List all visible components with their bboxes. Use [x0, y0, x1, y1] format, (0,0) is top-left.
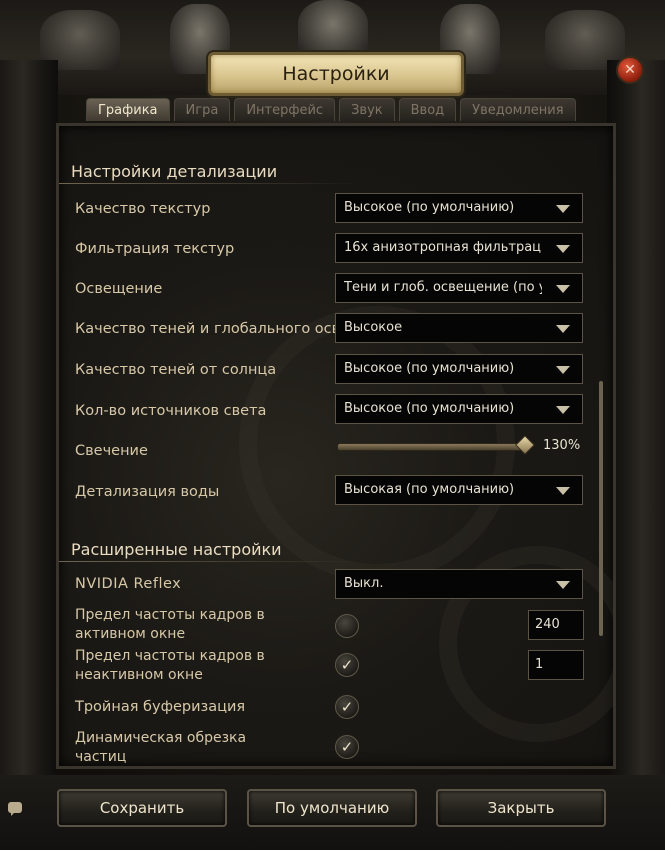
lighting-dropdown[interactable]: Тени и глоб. освещение (по умолчанию) — [335, 273, 583, 303]
dynamic-culling-label: Динамическая обрезка частиц — [75, 729, 247, 766]
tab-sound[interactable]: Звук — [339, 98, 395, 121]
shadow-gi-quality-dropdown[interactable]: Высокое — [335, 313, 583, 343]
panel-scrollbar[interactable] — [599, 381, 603, 636]
texture-quality-value: Высокое (по умолчанию) — [344, 200, 515, 215]
dynamic-culling-label-line1: Динамическая обрезка — [75, 730, 247, 746]
fps-inactive-label: Предел частоты кадров в неактивном окне — [75, 647, 265, 685]
triple-buffering-label: Тройная буферизация — [75, 699, 246, 715]
glow-value: 130% — [543, 438, 581, 453]
chevron-down-icon — [556, 325, 570, 333]
nvidia-reflex-dropdown[interactable]: Выкл. — [335, 569, 583, 599]
tab-input[interactable]: Ввод — [398, 98, 457, 121]
fps-inactive-label-line2: неактивном окне — [75, 667, 203, 683]
chevron-down-icon — [556, 487, 570, 495]
lighting-label: Освещение — [75, 281, 163, 297]
dynamic-culling-label-line2: частиц — [75, 749, 127, 765]
texture-filtering-label: Фильтрация текстур — [75, 241, 235, 257]
settings-tabs: Графика Игра Интерфейс Звук Ввод Уведомл… — [86, 98, 576, 122]
fps-inactive-input[interactable]: 1 — [528, 650, 584, 680]
close-icon[interactable]: ✕ — [616, 56, 644, 84]
fps-active-label-line1: Предел частоты кадров в — [75, 607, 265, 623]
tab-graphics[interactable]: Графика — [86, 98, 170, 121]
texture-filtering-value: 16x анизотропная фильтрация — [344, 240, 542, 255]
chevron-down-icon — [556, 366, 570, 374]
chevron-down-icon — [556, 581, 570, 589]
check-icon: ✓ — [340, 656, 354, 674]
close-button[interactable]: Закрыть — [436, 789, 606, 827]
water-detail-label: Детализация воды — [75, 484, 220, 500]
check-icon: ✓ — [340, 738, 354, 756]
sun-shadow-quality-value: Высокое (по умолчанию) — [344, 361, 515, 376]
title-plate: Настройки — [208, 52, 464, 96]
nvidia-reflex-value: Выкл. — [344, 576, 384, 591]
shadow-gi-quality-label: Качество теней и глобального освещения — [75, 321, 337, 337]
detail-section-title: Настройки детализации — [71, 162, 278, 181]
settings-panel: Настройки детализации Качество текстур В… — [56, 123, 616, 769]
advanced-section-title: Расширенные настройки — [71, 540, 282, 559]
tab-notifications[interactable]: Уведомления — [460, 98, 576, 121]
texture-quality-label: Качество текстур — [75, 201, 211, 217]
glow-slider-track[interactable] — [337, 443, 525, 451]
fps-active-label-line2: активном окне — [75, 626, 186, 642]
window-title: Настройки — [282, 63, 390, 85]
chat-icon[interactable] — [8, 802, 22, 816]
section-divider — [59, 561, 359, 562]
fps-active-input[interactable]: 240 — [528, 610, 584, 640]
lighting-value: Тени и глоб. освещение (по умолчанию) — [344, 280, 542, 295]
section-divider — [59, 183, 359, 184]
fps-active-label: Предел частоты кадров в активном окне — [75, 606, 265, 644]
fps-active-checkbox[interactable] — [335, 614, 359, 638]
left-border-decoration — [0, 60, 58, 850]
chevron-down-icon — [556, 205, 570, 213]
texture-quality-dropdown[interactable]: Высокое (по умолчанию) — [335, 193, 583, 223]
water-detail-value: Высокая (по умолчанию) — [344, 482, 515, 497]
tab-interface[interactable]: Интерфейс — [234, 98, 336, 121]
nvidia-reflex-label: NVIDIA Reflex — [75, 576, 182, 592]
shadow-gi-quality-value: Высокое — [344, 320, 403, 335]
center-statue-decoration — [298, 0, 368, 60]
chevron-down-icon — [556, 406, 570, 414]
light-sources-dropdown[interactable]: Высокое (по умолчанию) — [335, 394, 583, 424]
settings-window: Настройки ✕ Графика Игра Интерфейс Звук … — [0, 0, 665, 850]
triple-buffering-checkbox[interactable]: ✓ — [335, 695, 359, 719]
tab-game[interactable]: Игра — [173, 98, 231, 121]
light-sources-label: Кол-во источников света — [75, 403, 267, 419]
check-icon: ✓ — [340, 698, 354, 716]
glow-label: Свечение — [75, 443, 148, 459]
save-button[interactable]: Сохранить — [57, 789, 227, 827]
texture-filtering-dropdown[interactable]: 16x анизотропная фильтрация — [335, 233, 583, 263]
chevron-down-icon — [556, 285, 570, 293]
water-detail-dropdown[interactable]: Высокая (по умолчанию) — [335, 475, 583, 505]
light-sources-value: Высокое (по умолчанию) — [344, 401, 515, 416]
sun-shadow-quality-dropdown[interactable]: Высокое (по умолчанию) — [335, 354, 583, 384]
chevron-down-icon — [556, 245, 570, 253]
defaults-button[interactable]: По умолчанию — [247, 789, 417, 827]
fps-inactive-label-line1: Предел частоты кадров в — [75, 648, 265, 664]
slider-thumb-icon[interactable] — [515, 435, 535, 455]
dynamic-culling-checkbox[interactable]: ✓ — [335, 735, 359, 759]
fps-inactive-checkbox[interactable]: ✓ — [335, 653, 359, 677]
sun-shadow-quality-label: Качество теней от солнца — [75, 362, 277, 378]
